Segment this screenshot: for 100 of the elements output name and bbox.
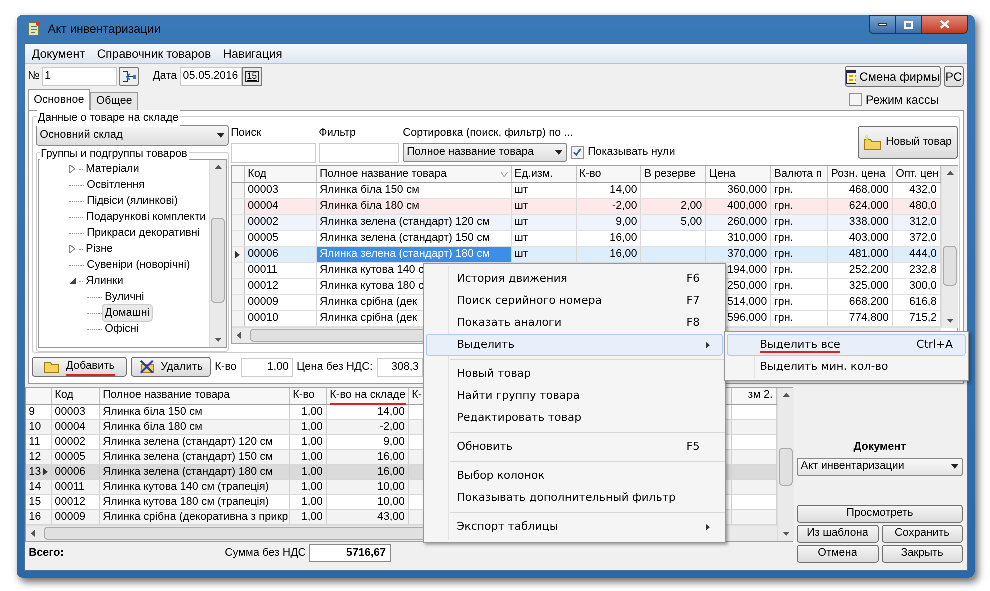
table-cell: 00006 — [248, 247, 279, 262]
table-cell: 00002 — [248, 215, 279, 230]
row-number: 14 — [29, 480, 42, 494]
table-cell: шт — [514, 247, 528, 262]
table-cell: 250,000 — [727, 279, 768, 294]
table-cell: 1,00 — [302, 435, 323, 449]
table-cell: Ялинка срібна (дек — [320, 311, 418, 326]
table-cell: 1,00 — [302, 420, 323, 434]
table-cell: 1,00 — [302, 450, 323, 464]
table-cell: 00011 — [55, 480, 85, 494]
table-cell: 432,0 — [909, 183, 937, 198]
table-cell: грн. — [774, 247, 794, 262]
table-cell: 312,0 — [909, 215, 937, 230]
table-cell: 400,000 — [727, 199, 768, 214]
table-cell: 00005 — [55, 450, 86, 464]
sum-field: 5716,67 — [309, 544, 392, 562]
table-cell: 372,0 — [909, 231, 937, 246]
table-cell: 624,000 — [849, 199, 890, 214]
table-cell: 00011 — [248, 263, 278, 278]
table-cell: -2,00 — [612, 199, 638, 214]
table-cell: шт — [514, 183, 528, 198]
table-cell: 403,000 — [849, 231, 890, 246]
table-cell: грн. — [774, 215, 794, 230]
table-cell: 00004 — [55, 420, 86, 434]
table-cell: 596,000 — [727, 311, 768, 326]
table-cell: 310,000 — [727, 231, 768, 246]
filter-label: Фильтр — [319, 126, 357, 141]
table-cell: 468,000 — [849, 183, 890, 198]
table-cell: грн. — [774, 231, 794, 246]
table-cell: Ялинка зелена (стандарт) 150 см — [103, 450, 274, 464]
sum-label: Сумма без НДС — [225, 546, 306, 561]
table-cell: 360,000 — [727, 183, 768, 198]
table-cell: 10,00 — [377, 495, 405, 509]
sort-label: Сортировка (поиск, фильтр) по ... — [403, 126, 574, 141]
table-cell: 252,200 — [849, 263, 890, 278]
table-cell: Ялинка зелена (стандарт) 120 см — [320, 215, 490, 230]
table-cell: 194,000 — [727, 263, 768, 278]
table-cell: 668,200 — [849, 295, 890, 310]
table-cell: 325,000 — [849, 279, 890, 294]
price-label: Цена без НДС: — [296, 360, 373, 375]
table-cell: 43,00 — [377, 510, 405, 524]
table-cell: 260,000 — [727, 215, 768, 230]
table-cell: 370,000 — [727, 247, 768, 262]
table-cell: 9,00 — [616, 215, 638, 230]
table-cell: грн. — [774, 183, 794, 198]
table-cell: 1,00 — [302, 480, 323, 494]
table-cell: 1,00 — [302, 465, 323, 479]
table-cell: шт — [514, 199, 528, 214]
table-cell: 480,0 — [909, 199, 937, 214]
table-cell: Ялинка біла 150 см — [320, 183, 420, 198]
table-cell: 232,8 — [909, 263, 937, 278]
row-number: 12 — [29, 450, 42, 464]
date-label: Дата — [152, 69, 178, 84]
table-cell: 715,2 — [909, 311, 937, 326]
table-cell: грн. — [774, 279, 794, 294]
table-cell: шт — [514, 231, 528, 246]
table-cell: 00012 — [248, 279, 279, 294]
table-cell: 1,00 — [302, 405, 323, 419]
table-cell: 10,00 — [377, 480, 405, 494]
table-cell: 00009 — [248, 295, 279, 310]
row-number: 10 — [29, 420, 42, 434]
search-label: Поиск — [231, 126, 262, 141]
table-cell: Ялинка зелена (стандарт) 180 см — [320, 247, 490, 262]
table-cell: Ялинка срібна (дек — [320, 295, 418, 310]
table-cell: грн. — [774, 295, 794, 310]
table-cell: 00005 — [248, 231, 279, 246]
table-cell: Ялинка зелена (стандарт) 120 см — [103, 435, 274, 449]
table-cell: шт — [514, 215, 528, 230]
quantity-label: К-во — [215, 360, 237, 375]
row-number: 9 — [29, 405, 36, 419]
table-cell: Ялинка біла 150 см — [103, 405, 203, 419]
total-label: Всего: — [29, 546, 65, 561]
group-title: Группы и подгруппы товаров — [40, 146, 188, 162]
table-cell: 1,00 — [302, 510, 323, 524]
table-cell: грн. — [774, 199, 794, 214]
table-cell: 00003 — [55, 405, 86, 419]
table-cell: 9,00 — [384, 435, 405, 449]
table-cell: 14,00 — [610, 183, 638, 198]
table-cell: Ялинка кутова 140 см (трапеція) — [103, 480, 270, 494]
table-cell: 00004 — [248, 199, 279, 214]
table-cell: Ялинка зелена (стандарт) 150 см — [320, 231, 490, 246]
table-cell: 481,000 — [849, 247, 890, 262]
table-cell: грн. — [774, 263, 794, 278]
table-cell: 16,00 — [377, 465, 405, 479]
table-cell: -2,00 — [380, 420, 405, 434]
table-cell: 616,8 — [909, 295, 937, 310]
table-cell: 774,800 — [849, 311, 890, 326]
table-cell: 514,000 — [727, 295, 768, 310]
table-cell: Ялинка кутова 180 см (трапеція) — [103, 495, 270, 509]
table-cell: 00012 — [55, 495, 86, 509]
table-cell: 00006 — [55, 465, 86, 479]
window-title: Акт инвентаризации — [48, 21, 162, 38]
table-cell: 16,00 — [610, 247, 638, 262]
table-cell: грн. — [774, 311, 794, 326]
table-cell: Ялинка зелена (стандарт) 180 см — [103, 465, 274, 479]
number-label: № — [28, 69, 40, 84]
checkbox-label: Режим кассы — [866, 92, 939, 108]
table-cell: 14,00 — [377, 405, 405, 419]
table-cell: 00010 — [248, 311, 279, 326]
table-cell: 00009 — [55, 510, 86, 524]
